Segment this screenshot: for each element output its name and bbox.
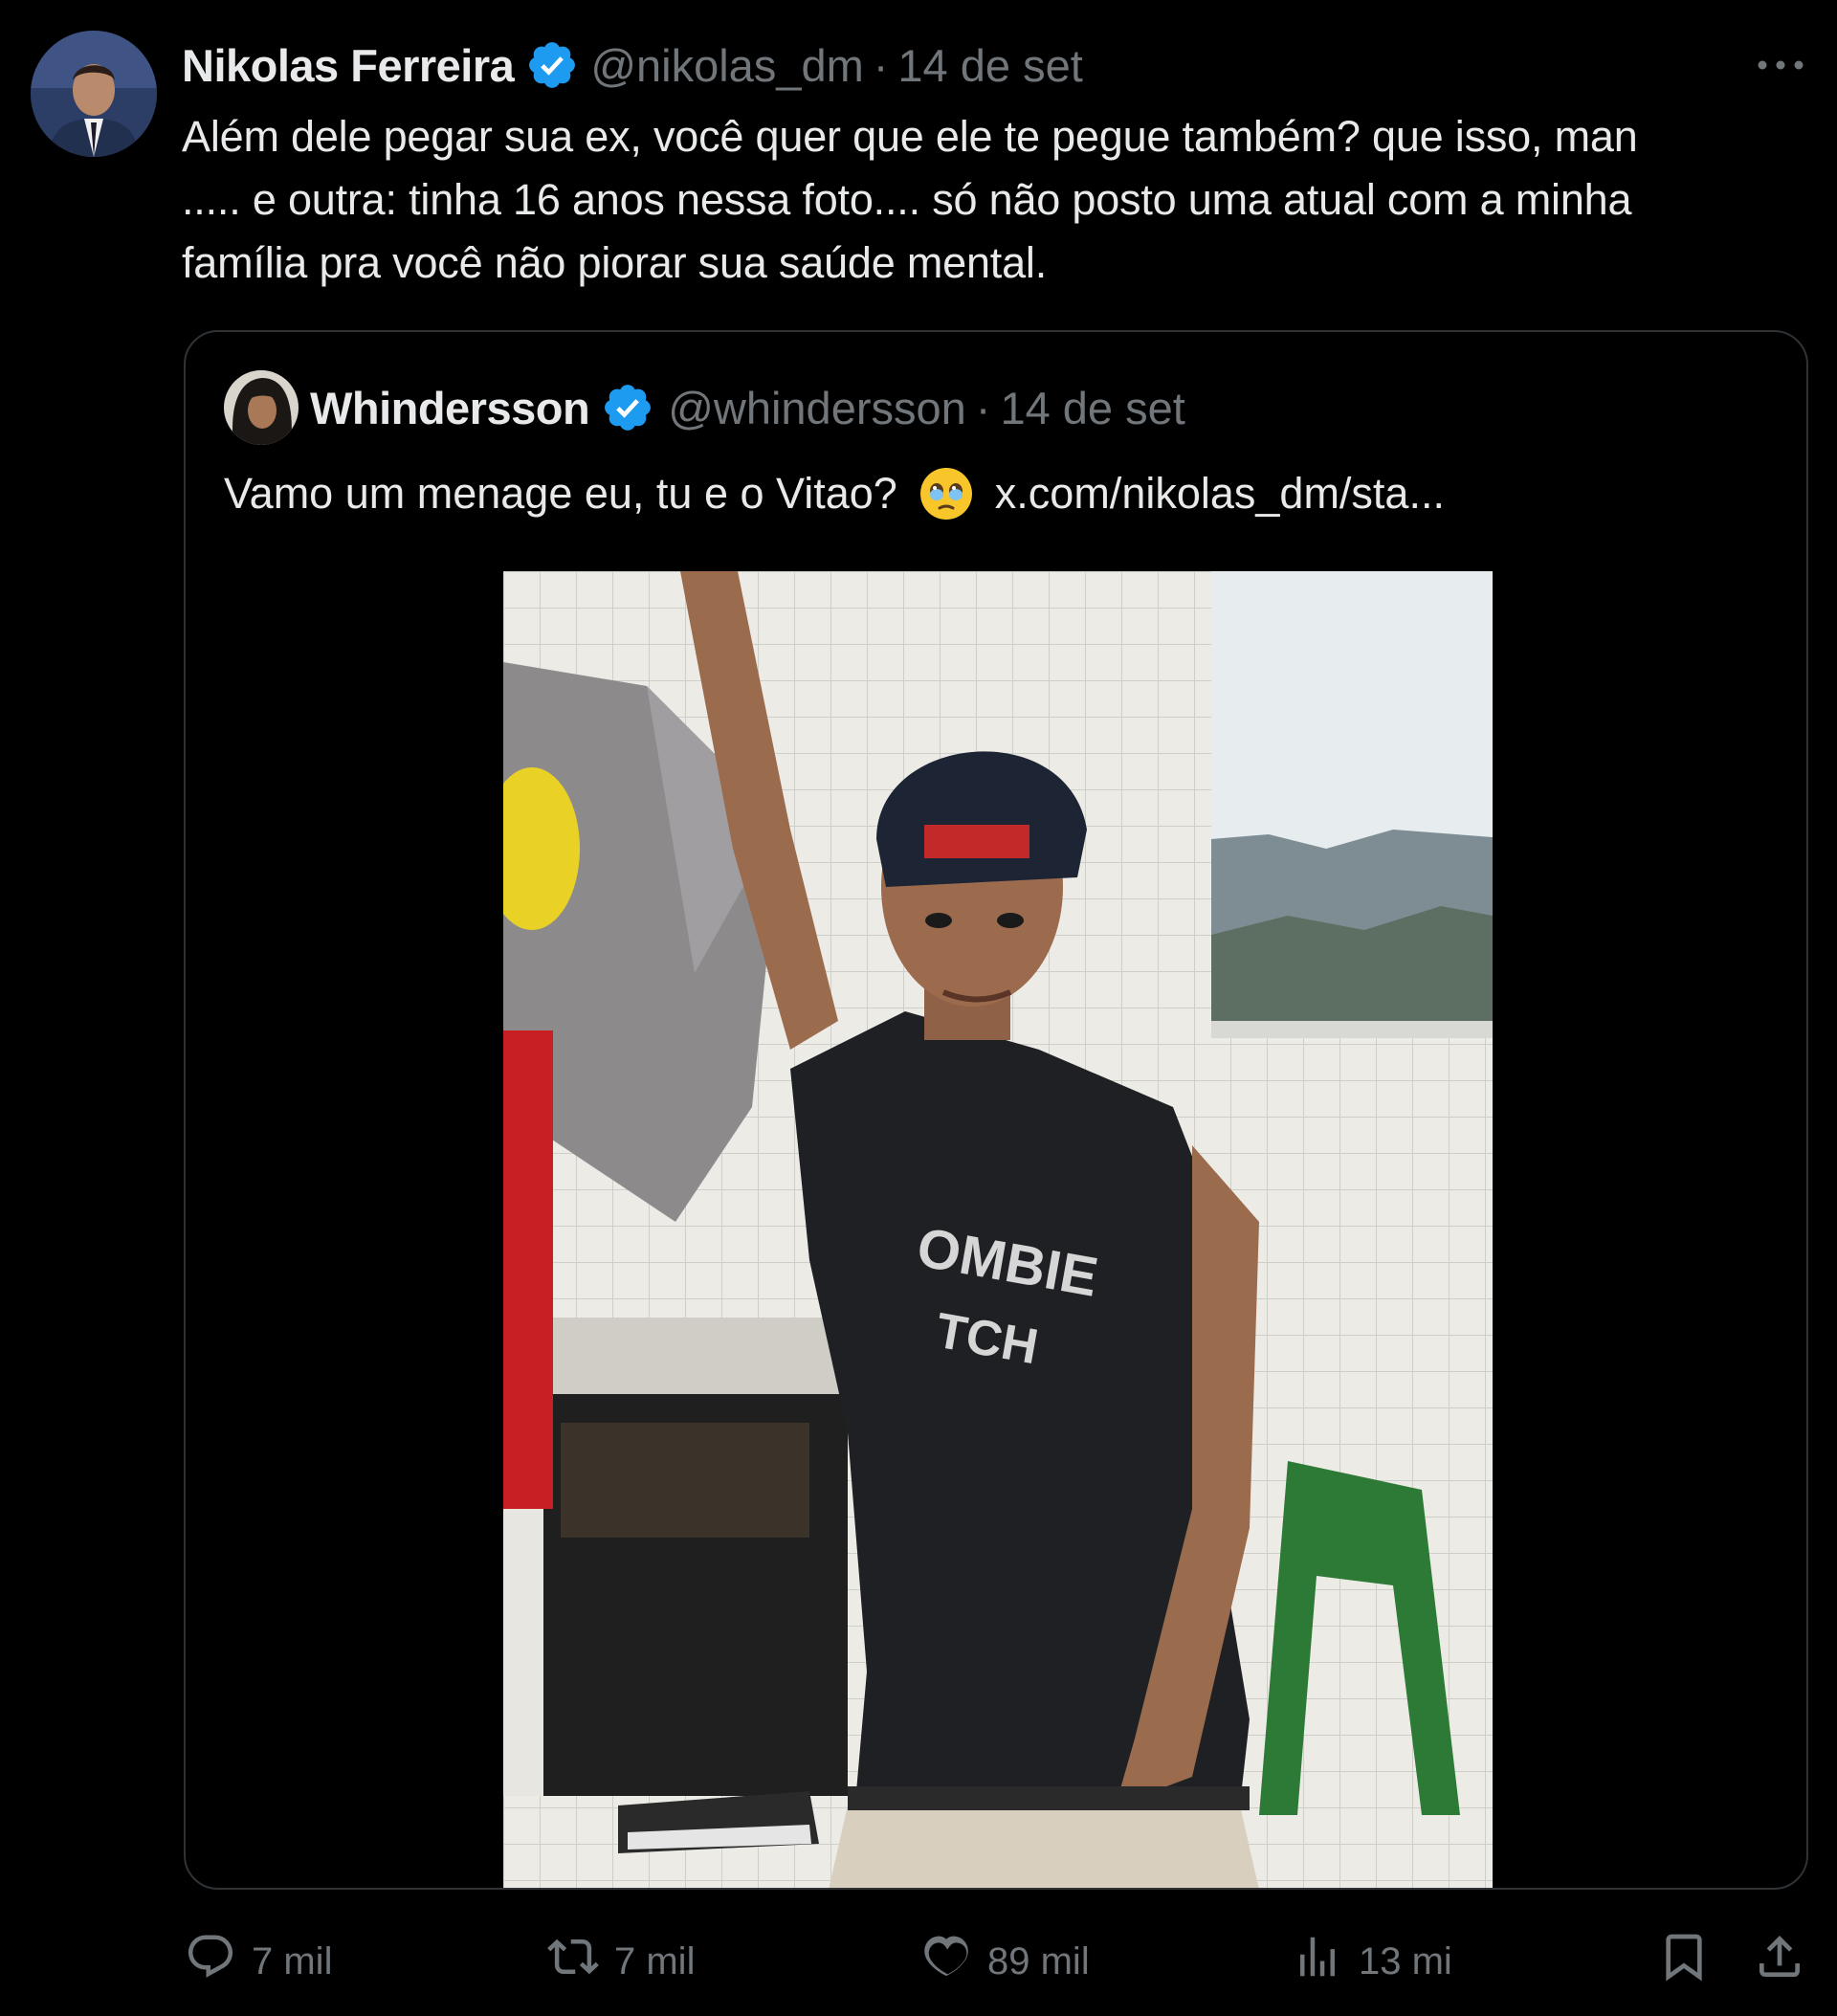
repost-icon <box>547 1931 614 1992</box>
like-icon <box>920 1931 987 1992</box>
views-button[interactable]: 13 mi <box>1292 1928 1452 1995</box>
quoted-header: Whindersson @whindersson · 14 de set <box>310 374 1185 441</box>
share-icon <box>1753 1930 1822 1993</box>
quoted-text-body: Vamo um menage eu, tu e o Vitao? <box>224 469 897 518</box>
views-count: 13 mi <box>1359 1939 1452 1983</box>
reply-count: 7 mil <box>252 1939 333 1983</box>
views-icon <box>1292 1931 1359 1992</box>
separator-dot: · <box>975 382 991 433</box>
separator-dot: · <box>873 39 889 91</box>
quoted-author-handle[interactable]: @whindersson <box>668 382 966 434</box>
reply-button[interactable]: 7 mil <box>185 1928 332 1995</box>
author-avatar[interactable] <box>31 31 157 157</box>
bookmark-icon <box>1657 1930 1726 1993</box>
reply-icon <box>185 1931 252 1992</box>
quoted-author-avatar[interactable] <box>224 370 299 445</box>
tweet-text-line: ..... e outra: tinha 16 anos nessa foto.… <box>182 175 1632 224</box>
author-handle[interactable]: @nikolas_dm <box>590 39 863 92</box>
tweet[interactable]: Nikolas Ferreira @nikolas_dm · 14 de set… <box>0 0 1837 2016</box>
tweet-text-line: Além dele pegar sua ex, você quer que el… <box>182 112 1638 161</box>
action-bar: 7 mil 7 mil 89 mil 13 mi <box>0 1928 1837 1995</box>
share-button[interactable] <box>1753 1928 1822 1995</box>
quoted-text: Vamo um menage eu, tu e o Vitao? x.com/n… <box>224 466 1445 521</box>
quoted-photo[interactable]: OMBIE TCH <box>503 571 1493 1888</box>
more-icon[interactable] <box>1753 44 1808 82</box>
like-button[interactable]: 89 mil <box>920 1928 1090 1995</box>
quoted-link[interactable]: x.com/nikolas_dm/sta... <box>995 469 1445 519</box>
tweet-text-line: família pra você não piorar sua saúde me… <box>182 238 1048 287</box>
like-count: 89 mil <box>987 1939 1090 1983</box>
tweet-header: Nikolas Ferreira @nikolas_dm · 14 de set <box>182 36 1083 94</box>
repost-count: 7 mil <box>614 1939 696 1983</box>
teary-face-emoji <box>918 466 974 521</box>
bookmark-button[interactable] <box>1657 1928 1726 1995</box>
quoted-date[interactable]: 14 de set <box>1000 382 1184 434</box>
quoted-author-name[interactable]: Whindersson <box>310 382 590 434</box>
quoted-tweet[interactable]: Whindersson @whindersson · 14 de set Vam… <box>184 330 1808 1890</box>
verified-badge-icon <box>525 38 579 92</box>
author-name[interactable]: Nikolas Ferreira <box>182 39 515 92</box>
tweet-date[interactable]: 14 de set <box>897 39 1082 92</box>
verified-badge-icon <box>601 381 654 434</box>
repost-button[interactable]: 7 mil <box>547 1928 695 1995</box>
tweet-text: Além dele pegar sua ex, você quer que el… <box>182 105 1808 295</box>
